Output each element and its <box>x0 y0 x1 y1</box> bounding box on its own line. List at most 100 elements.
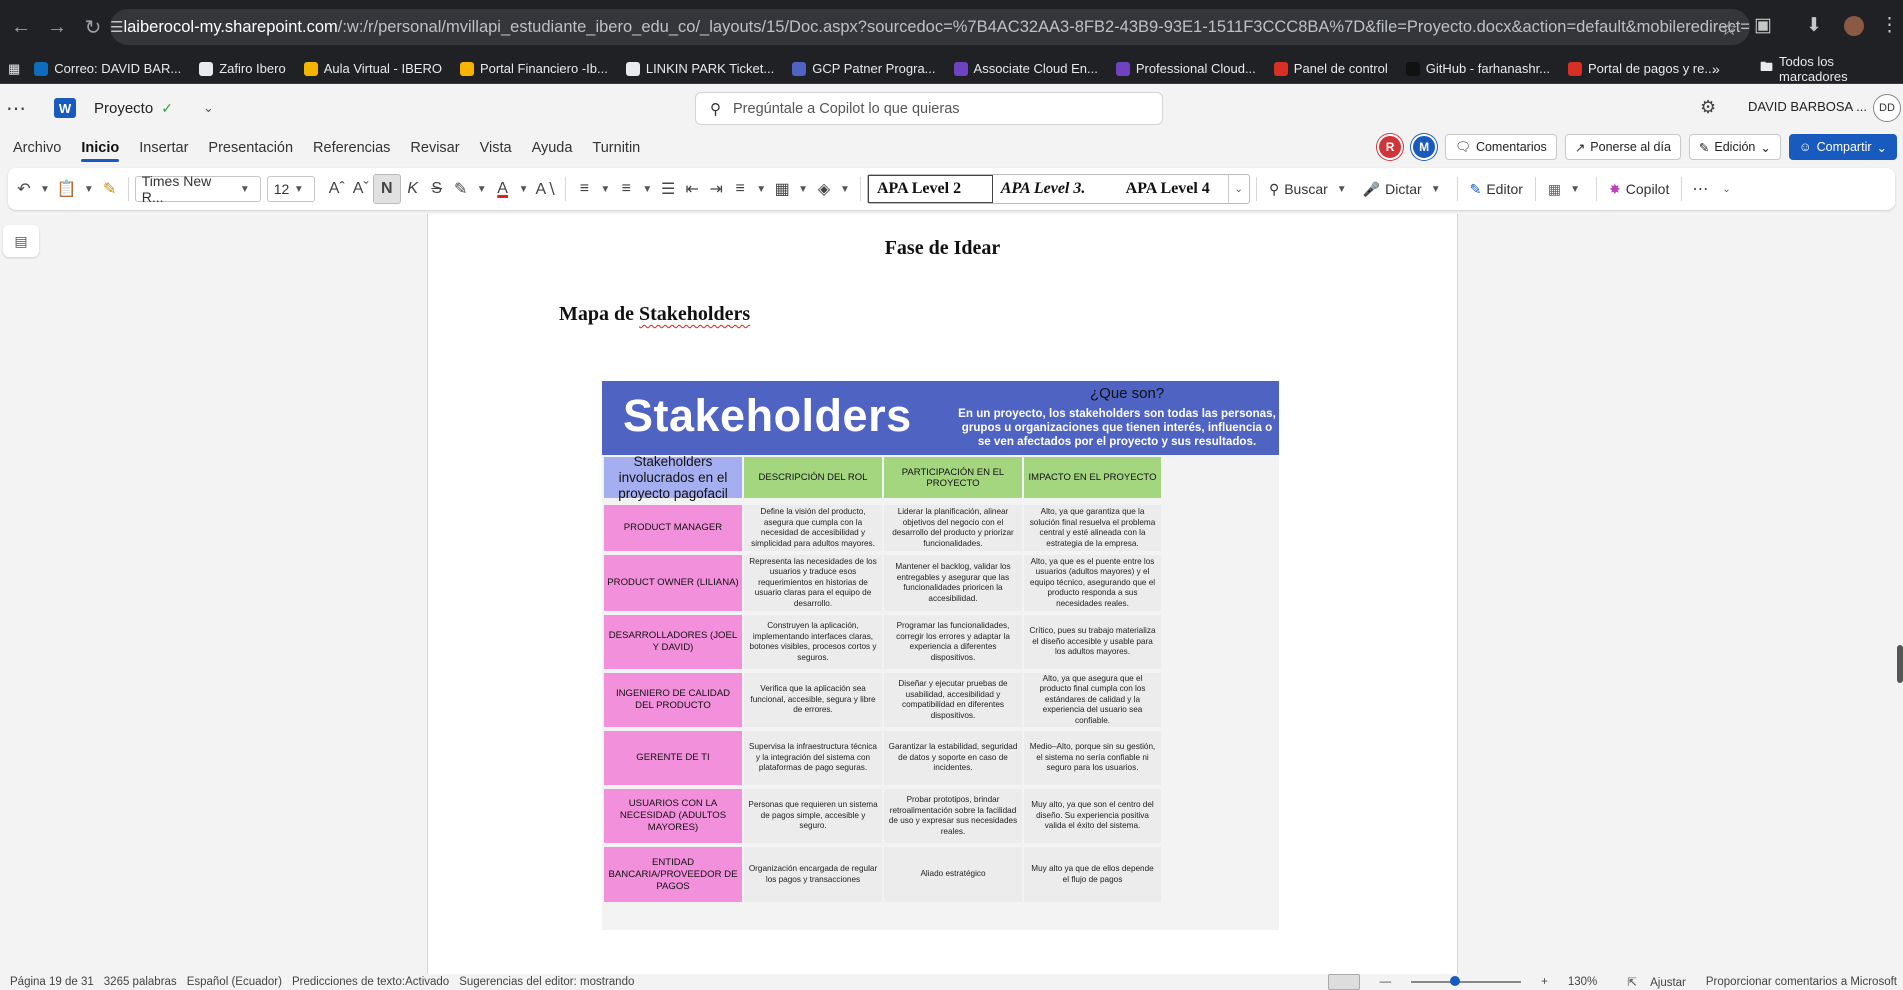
avatar[interactable]: DD <box>1873 94 1901 122</box>
word-count[interactable]: 3265 palabras <box>104 976 177 988</box>
styles-gallery[interactable]: APA Level 2 APA Level 3. APA Level 4 ⌄ <box>866 174 1250 204</box>
bookmark-item[interactable]: Aula Virtual - IBERO <box>303 61 442 76</box>
numbering-chevron-icon[interactable]: ▼ <box>642 184 652 195</box>
style-apa-level-4[interactable]: APA Level 4 <box>1118 174 1228 204</box>
tab-revisar[interactable]: Revisar <box>400 132 469 164</box>
highlight-chevron-icon[interactable]: ▼ <box>477 184 487 195</box>
bookmark-star-icon[interactable]: ☆ <box>1720 16 1738 41</box>
strikethrough-button[interactable]: S <box>425 174 449 204</box>
page-count[interactable]: Página 19 de 31 <box>10 976 94 988</box>
bold-button[interactable]: N <box>372 174 401 204</box>
document-page[interactable]: Fase de Idear Mapa de Stakeholders Stake… <box>427 214 1458 974</box>
address-bar[interactable]: ☰ laiberocol-my.sharepoint.com/:w:/r/per… <box>110 9 1750 45</box>
bookmark-item[interactable]: GitHub - farhanashr... <box>1405 61 1550 76</box>
chevron-down-icon[interactable]: ⌄ <box>203 100 214 116</box>
tab-insertar[interactable]: Insertar <box>129 132 198 164</box>
copilot-button[interactable]: ✸ Copilot <box>1603 181 1675 198</box>
italic-button[interactable]: K <box>401 174 425 204</box>
tab-presentación[interactable]: Presentación <box>198 132 303 164</box>
tab-archivo[interactable]: Archivo <box>3 132 71 164</box>
download-icon[interactable]: ⬇ <box>1806 14 1822 37</box>
shading-chevron-icon[interactable]: ▼ <box>840 184 850 195</box>
tab-referencias[interactable]: Referencias <box>303 132 400 164</box>
presence-avatar-m[interactable]: M <box>1411 134 1438 160</box>
profile-avatar-icon[interactable] <box>1844 16 1864 36</box>
borders-chevron-icon[interactable]: ▼ <box>798 184 808 195</box>
bookmark-item[interactable]: Professional Cloud... <box>1115 61 1256 76</box>
bookmark-item[interactable]: Panel de control <box>1273 61 1388 76</box>
app-launcher-icon[interactable]: ⋯ <box>6 96 36 121</box>
heading2-misspelled-word[interactable]: Stakeholders <box>639 303 750 325</box>
forward-icon[interactable]: → <box>42 12 72 42</box>
bookmark-item[interactable]: Correo: DAVID BAR... <box>34 61 181 76</box>
styles-expand-icon[interactable]: ⌄ <box>1227 175 1249 203</box>
style-apa-level-3[interactable]: APA Level 3. <box>993 174 1118 204</box>
highlight-icon[interactable]: ✎ <box>449 174 473 204</box>
dictate-button[interactable]: 🎤 Dictar ▼ <box>1357 181 1451 198</box>
back-icon[interactable]: ← <box>6 12 36 42</box>
find-button[interactable]: ⚲ Buscar ▼ <box>1263 181 1357 198</box>
zoom-level[interactable]: 130% <box>1568 976 1597 988</box>
font-color-chevron-icon[interactable]: ▼ <box>519 184 529 195</box>
align-icon[interactable]: ≡ <box>728 174 752 204</box>
page-view-button[interactable] <box>1327 974 1360 990</box>
shading-icon[interactable]: ◈ <box>812 174 836 204</box>
paste-chevron-icon[interactable]: ▼ <box>84 184 94 195</box>
tab-inicio[interactable]: Inicio <box>71 132 129 164</box>
navigation-pane-icon[interactable]: ▤ <box>3 225 39 257</box>
grow-font-icon[interactable]: Aˆ <box>325 174 349 204</box>
tab-ayuda[interactable]: Ayuda <box>522 132 583 164</box>
catch-up-button[interactable]: ↗ Ponerse al día <box>1564 134 1681 160</box>
site-info-icon[interactable]: ☰ <box>110 18 123 36</box>
borders-icon[interactable]: ▦ <box>770 174 794 204</box>
format-painter-icon[interactable]: ✎ <box>98 174 122 204</box>
apps-grid-icon[interactable]: ▦ <box>8 61 20 77</box>
paste-icon[interactable]: 📋 <box>54 174 80 204</box>
checklist-icon[interactable]: ☰ <box>656 174 680 204</box>
numbering-icon[interactable]: ≡ <box>614 174 638 204</box>
zoom-slider[interactable] <box>1411 976 1522 986</box>
more-options-icon[interactable]: ⋯ <box>1688 174 1712 204</box>
increase-indent-icon[interactable]: ⇥ <box>704 174 728 204</box>
editor-suggestions[interactable]: Sugerencias del editor: mostrando <box>459 976 634 988</box>
bullets-icon[interactable]: ≡ <box>572 174 596 204</box>
extensions-icon[interactable]: ▣ <box>1754 14 1772 37</box>
editing-mode-button[interactable]: ✎ Edición ⌄ <box>1688 134 1781 160</box>
bookmark-item[interactable]: Associate Cloud En... <box>953 61 1098 76</box>
stakeholders-map-image[interactable]: Stakeholders ¿Que son? En un proyecto, l… <box>602 381 1279 930</box>
bookmark-item[interactable]: Portal Financiero -Ib... <box>459 61 608 76</box>
zoom-out-icon[interactable]: — <box>1380 976 1392 988</box>
collapse-ribbon-icon[interactable]: ⌄ <box>1722 184 1730 195</box>
decrease-indent-icon[interactable]: ⇤ <box>680 174 704 204</box>
bookmark-item[interactable]: Zafiro Ibero <box>199 61 286 76</box>
bookmark-item[interactable]: LINKIN PARK Ticket... <box>625 61 774 76</box>
fit-button[interactable]: ⇱ Ajustar <box>1617 975 1686 989</box>
share-button[interactable]: ☺ Compartir ⌄ <box>1788 134 1897 160</box>
settings-gear-icon[interactable]: ⚙ <box>1700 97 1716 118</box>
add-ins-button[interactable]: ▦ ▼ <box>1542 181 1590 198</box>
tab-vista[interactable]: Vista <box>470 132 522 164</box>
all-bookmarks-folder[interactable]: 🖿 Todos los marcadores <box>1760 54 1903 84</box>
style-apa-level-2[interactable]: APA Level 2 <box>867 175 993 203</box>
copilot-search-input[interactable]: ⚲ Pregúntale a Copilot lo que quieras <box>695 92 1163 125</box>
undo-icon[interactable]: ↶ <box>12 174 36 204</box>
menu-dots-icon[interactable]: ⋮ <box>1880 14 1899 37</box>
user-name[interactable]: DAVID BARBOSA ... <box>1748 99 1867 114</box>
bullets-chevron-icon[interactable]: ▼ <box>600 184 610 195</box>
undo-chevron-icon[interactable]: ▼ <box>40 184 50 195</box>
reload-icon[interactable]: ↻ <box>78 12 108 42</box>
language[interactable]: Español (Ecuador) <box>187 976 282 988</box>
bookmark-item[interactable]: Portal de pagos y re... <box>1568 61 1715 76</box>
more-bookmarks-icon[interactable]: » <box>1712 61 1720 77</box>
text-predictions[interactable]: Predicciones de texto:Activado <box>292 976 449 988</box>
clear-formatting-icon[interactable]: A∖ <box>533 174 560 204</box>
shrink-font-icon[interactable]: Aˇ <box>349 174 373 204</box>
document-title[interactable]: Proyecto <box>94 100 153 117</box>
feedback-link[interactable]: Proporcionar comentarios a Microsoft <box>1706 976 1897 988</box>
font-name-select[interactable]: Times New R... ▼ <box>134 173 261 205</box>
tab-turnitin[interactable]: Turnitin <box>582 132 650 164</box>
scrollbar-thumb[interactable] <box>1897 645 1903 683</box>
align-chevron-icon[interactable]: ▼ <box>756 184 766 195</box>
comments-button[interactable]: 🗨 Comentarios <box>1445 134 1557 160</box>
zoom-slider-knob[interactable] <box>1450 976 1461 986</box>
